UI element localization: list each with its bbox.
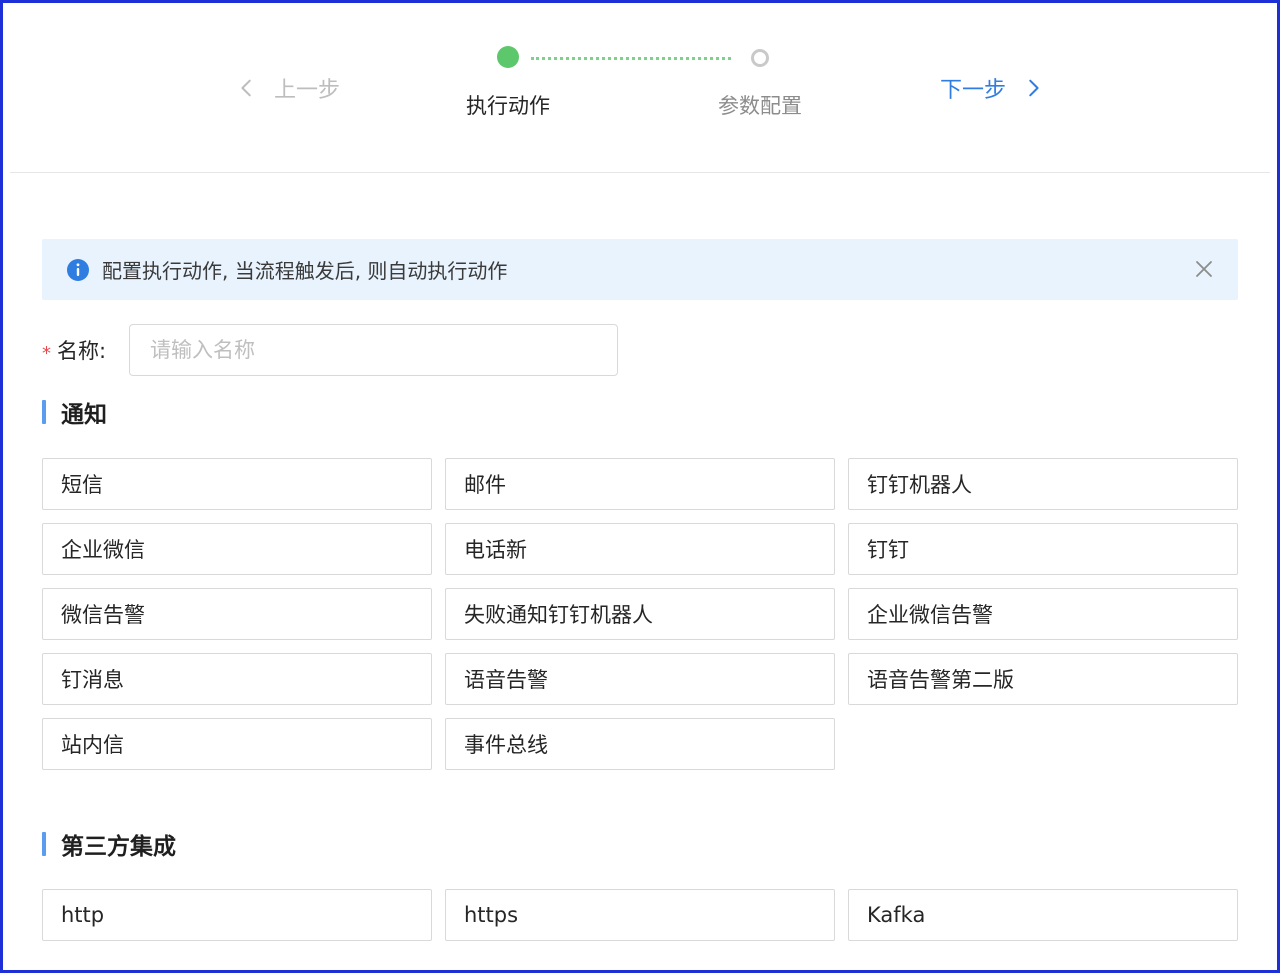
required-mark: * <box>42 342 51 364</box>
action-card[interactable]: 钉钉机器人 <box>848 458 1238 510</box>
action-card[interactable]: 企业微信告警 <box>848 588 1238 640</box>
action-card[interactable]: 失败通知钉钉机器人 <box>445 588 835 640</box>
alert-message: 配置执行动作, 当流程触发后, 则自动执行动作 <box>102 259 508 283</box>
action-card[interactable]: 企业微信 <box>42 523 432 575</box>
chevron-left-icon <box>241 79 251 97</box>
step-label-execute-action: 执行动作 <box>466 94 550 118</box>
notify-action-grid: 短信 邮件 钉钉机器人企业微信 电话新 钉钉微信告警 失败通知钉钉机器人 企业微信告警钉消息… <box>42 458 1238 770</box>
info-icon <box>67 258 89 281</box>
prev-step-label: 上一步 <box>274 78 341 103</box>
action-card[interactable]: 微信告警 <box>42 588 432 640</box>
action-card[interactable]: 语音告警 <box>445 653 835 705</box>
step-label-param-config: 参数配置 <box>718 94 802 118</box>
close-icon[interactable] <box>1194 259 1214 279</box>
section-notify: 通知 <box>42 397 107 428</box>
step-indicator-pending <box>751 49 769 67</box>
header-divider <box>10 172 1270 173</box>
action-card[interactable]: http <box>42 889 432 941</box>
name-input[interactable] <box>129 324 618 376</box>
step-connector <box>531 57 731 60</box>
action-card[interactable]: 语音告警第二版 <box>848 653 1238 705</box>
section-title-third-party: 第三方集成 <box>61 834 176 860</box>
next-step-label: 下一步 <box>940 78 1007 103</box>
action-card[interactable]: 事件总线 <box>445 718 835 770</box>
step-indicator-active <box>497 46 519 68</box>
name-form-row: * 名称: <box>42 324 662 376</box>
action-card[interactable]: 电话新 <box>445 523 835 575</box>
action-card[interactable]: 钉钉 <box>848 523 1238 575</box>
action-card[interactable]: 钉消息 <box>42 653 432 705</box>
info-alert: 配置执行动作, 当流程触发后, 则自动执行动作 <box>42 239 1238 300</box>
action-card[interactable]: 站内信 <box>42 718 432 770</box>
section-accent-bar <box>42 400 46 424</box>
section-accent-bar <box>42 832 46 856</box>
action-card[interactable]: Kafka <box>848 889 1238 941</box>
prev-step-button[interactable]: 上一步 <box>236 70 340 106</box>
section-third-party: 第三方集成 <box>42 829 176 860</box>
next-step-button[interactable]: 下一步 <box>940 70 1044 106</box>
action-card[interactable]: 短信 <box>42 458 432 510</box>
name-label: 名称: <box>57 339 107 363</box>
chevron-right-icon <box>1029 79 1039 97</box>
section-title-notify: 通知 <box>61 402 107 428</box>
action-card[interactable]: https <box>445 889 835 941</box>
action-card[interactable]: 邮件 <box>445 458 835 510</box>
steps-header: 上一步 执行动作 参数配置 下一步 <box>0 0 1280 172</box>
third-party-action-grid: http https Kafka <box>42 889 1238 941</box>
